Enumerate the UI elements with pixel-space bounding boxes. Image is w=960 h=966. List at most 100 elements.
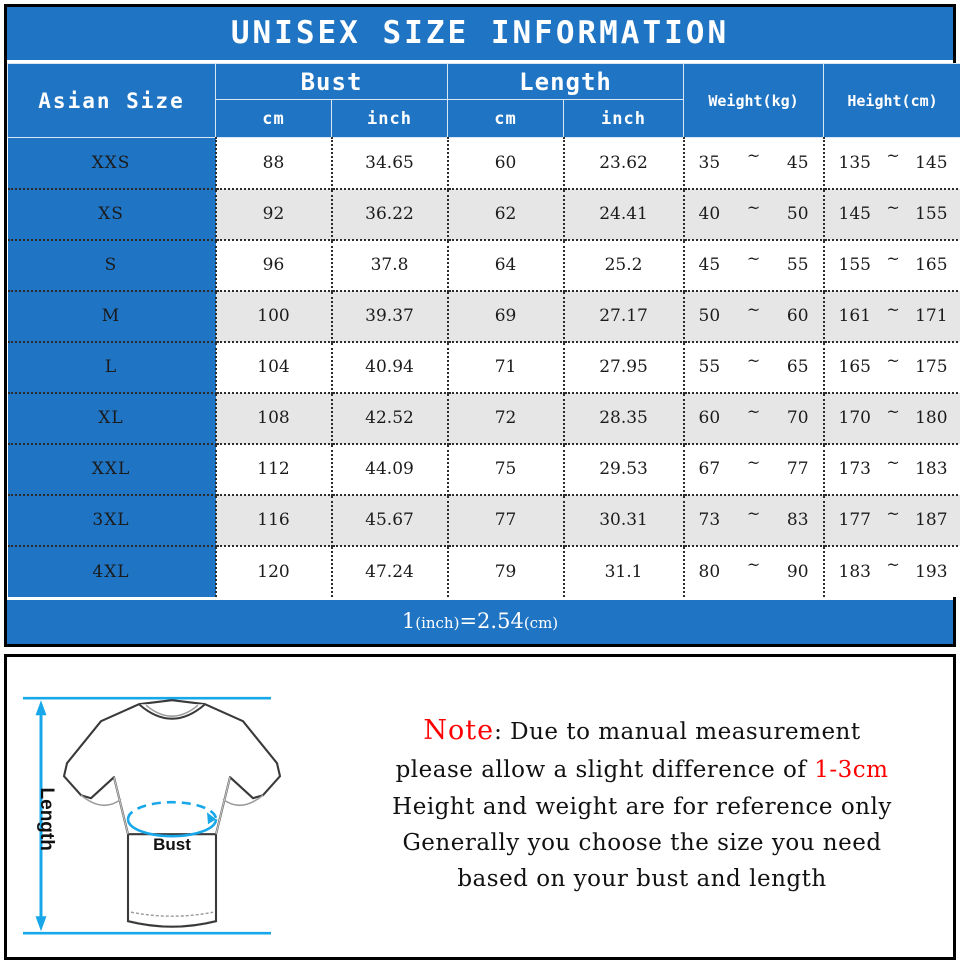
cell-length-inch: 24.41	[563, 188, 685, 241]
cell-size-label: XL	[7, 392, 217, 445]
column-header-length-inch: inch	[563, 99, 685, 139]
cell-bust-inch: 39.37	[331, 290, 449, 343]
cell-bust-inch: 40.94	[331, 341, 449, 394]
cell-height-range: 165 ~175	[825, 351, 960, 378]
cell-height-range: 177 ~187	[825, 504, 960, 531]
table-row: M 100 39.37 69 27.17 50 ~60 161 ~171	[7, 290, 960, 343]
cell-height-range: 173 ~183	[825, 453, 960, 480]
note-text-block: Note: Due to manual measurement please a…	[337, 657, 953, 957]
cell-height-max: 165	[915, 255, 948, 276]
range-tilde: ~	[746, 401, 761, 421]
cell-height-min: 161	[838, 306, 871, 327]
note-line-4: Generally you choose the size you need	[402, 830, 882, 857]
cell-weight-max: 55	[786, 255, 809, 276]
cell-bust-cm: 88	[215, 137, 333, 190]
cell-height-range: 145 ~155	[825, 198, 960, 225]
conversion-value-one: 1	[401, 608, 416, 633]
cell-size-label: L	[7, 341, 217, 394]
column-header-length-cm: cm	[447, 99, 565, 139]
cell-height: 155 ~165	[823, 239, 960, 292]
cell-weight-max: 90	[786, 561, 809, 582]
cell-bust-cm: 92	[215, 188, 333, 241]
note-line-1: Note: Due to manual measurement	[423, 710, 860, 753]
cell-bust-inch: 45.67	[331, 494, 449, 547]
cell-length-inch: 30.31	[563, 494, 685, 547]
cell-height-range: 170 ~180	[825, 402, 960, 429]
range-tilde: ~	[746, 555, 761, 575]
column-header-bust-inch: inch	[330, 99, 449, 139]
cell-weight-max: 70	[786, 408, 809, 429]
range-tilde: ~	[886, 299, 900, 319]
column-header-asian-size: Asian Size	[7, 63, 216, 139]
range-tilde: ~	[886, 452, 900, 472]
cell-weight-range: 55 ~65	[685, 351, 823, 378]
cell-size-label: XXL	[7, 443, 217, 496]
cell-size-label: XS	[7, 188, 217, 241]
range-tilde: ~	[886, 197, 900, 217]
cell-length-cm: 79	[447, 545, 565, 597]
cell-height: 161 ~171	[823, 290, 960, 343]
length-arrow-head-up	[35, 699, 47, 715]
cell-weight: 73 ~83	[683, 494, 825, 547]
range-tilde: ~	[886, 248, 900, 268]
page-title: UNISEX SIZE INFORMATION	[7, 7, 953, 64]
note-line-1-rest: : Due to manual measurement	[494, 718, 861, 745]
cell-height-max: 171	[915, 306, 948, 327]
range-tilde: ~	[886, 503, 900, 523]
cell-height-max: 193	[915, 561, 948, 582]
cell-height-range: 161 ~171	[825, 300, 960, 327]
cell-weight-max: 77	[786, 459, 809, 480]
length-label: Length	[36, 787, 57, 850]
cell-bust-cm: 104	[215, 341, 333, 394]
cell-bust-inch: 44.09	[331, 443, 449, 496]
range-tilde: ~	[746, 146, 761, 166]
cell-bust-cm: 112	[215, 443, 333, 496]
cell-height-max: 145	[915, 152, 948, 173]
cell-height-min: 173	[838, 459, 871, 480]
cell-weight-min: 73	[698, 510, 721, 531]
column-header-height: Height(cm)	[823, 63, 960, 139]
cell-length-cm: 72	[447, 392, 565, 445]
cell-weight-min: 80	[698, 561, 721, 582]
table-row: XS 92 36.22 62 24.41 40 ~50 145 ~155	[7, 188, 960, 241]
cell-length-inch: 29.53	[563, 443, 685, 496]
cell-height: 183 ~193	[823, 545, 960, 597]
table-row: 3XL 116 45.67 77 30.31 73 ~83 177 ~187	[7, 494, 960, 547]
cell-size-label: M	[7, 290, 217, 343]
cell-weight-min: 35	[698, 152, 721, 173]
range-tilde: ~	[746, 350, 761, 370]
note-line-2-text: please allow a slight difference of	[395, 757, 815, 784]
length-arrow-head-down	[35, 915, 47, 931]
cell-bust-inch: 37.8	[331, 239, 449, 292]
conversion-equals: =2.54	[459, 608, 524, 633]
range-tilde: ~	[886, 146, 900, 166]
cell-weight: 80 ~90	[683, 545, 825, 597]
note-line-3: Height and weight are for reference only	[392, 793, 892, 820]
cell-height-max: 187	[915, 510, 948, 531]
note-line-2: please allow a slight difference of 1-3c…	[396, 752, 889, 788]
cell-length-cm: 60	[447, 137, 565, 190]
cell-weight-min: 50	[698, 306, 721, 327]
cell-bust-inch: 34.65	[331, 137, 449, 190]
cell-weight: 55 ~65	[683, 341, 825, 394]
note-tolerance-value: 1-3cm	[814, 757, 889, 784]
conversion-unit-cm: (cm)	[523, 613, 559, 632]
cell-weight-min: 40	[698, 204, 721, 225]
table-row: XXS 88 34.65 60 23.62 35 ~45 135 ~145	[7, 137, 960, 190]
cell-length-inch: 27.17	[563, 290, 685, 343]
bust-label: Bust	[153, 835, 191, 854]
cell-length-cm: 75	[447, 443, 565, 496]
range-tilde: ~	[886, 350, 900, 370]
cell-weight-min: 55	[698, 357, 721, 378]
cell-weight-max: 60	[786, 306, 809, 327]
cell-length-cm: 64	[447, 239, 565, 292]
range-tilde: ~	[886, 401, 900, 421]
tshirt-diagram: Length Bust	[7, 657, 337, 957]
cell-length-inch: 27.95	[563, 341, 685, 394]
cell-height-min: 135	[838, 152, 871, 173]
range-tilde: ~	[746, 197, 761, 217]
range-tilde: ~	[746, 452, 761, 472]
bust-ellipse-dashed-top	[126, 800, 218, 819]
tshirt-illustration-svg: Length Bust	[23, 696, 282, 935]
cell-height: 165 ~175	[823, 341, 960, 394]
